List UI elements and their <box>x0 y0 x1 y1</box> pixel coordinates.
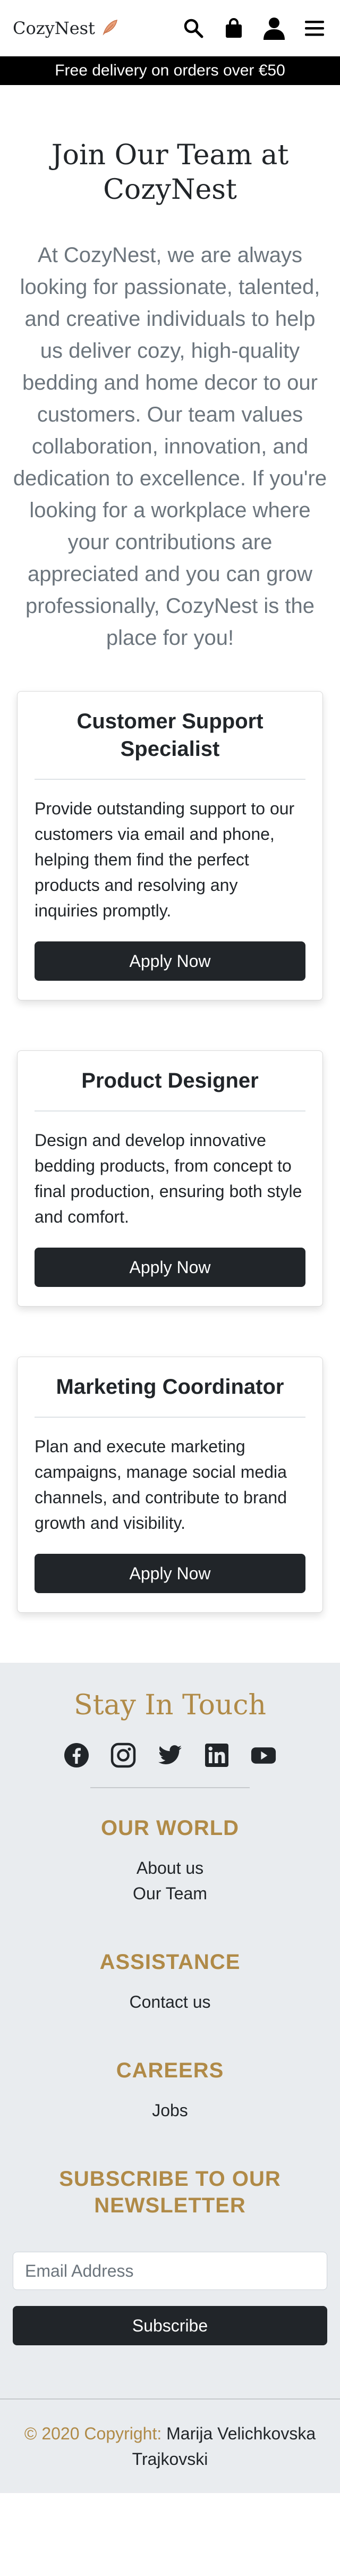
job-title: Marketing Coordinator <box>35 1373 305 1418</box>
page-title: Join Our Team at CozyNest <box>51 139 289 206</box>
subscribe-button[interactable]: Subscribe <box>13 2306 327 2345</box>
promo-text: Free delivery on orders over €50 <box>55 62 285 79</box>
instagram-icon[interactable] <box>110 1742 136 1768</box>
intro-text: At CozyNest, we are always looking for p… <box>13 243 327 650</box>
footer-link-contact-us[interactable]: Contact us <box>13 1989 327 2015</box>
linkedin-icon[interactable] <box>204 1742 230 1768</box>
job-card: Product Designer Design and develop inno… <box>17 1050 323 1307</box>
job-list: Customer Support Specialist Provide outs… <box>0 654 340 1613</box>
footer-link-about-us[interactable]: About us <box>13 1855 327 1881</box>
apply-now-button[interactable]: Apply Now <box>35 1248 305 1287</box>
footer-link-jobs[interactable]: Jobs <box>13 2098 327 2123</box>
footer: Stay In Touch OUR WORLD About us Our Tea… <box>0 1663 340 2493</box>
footer-section-our-world: OUR WORLD About us Our Team <box>13 1815 327 1906</box>
careers-intro: Join Our Team at CozyNest At CozyNest, w… <box>0 85 340 654</box>
email-field[interactable] <box>13 2252 327 2290</box>
apply-now-button[interactable]: Apply Now <box>35 1554 305 1593</box>
apply-now-button[interactable]: Apply Now <box>35 941 305 981</box>
footer-section-assistance: ASSISTANCE Contact us <box>13 1949 327 2015</box>
newsletter-heading: SUBSCRIBE TO OUR NEWSLETTER <box>59 2167 281 2217</box>
user-icon[interactable] <box>261 15 287 41</box>
job-description: Provide outstanding support to our custo… <box>35 799 295 920</box>
footer-link-our-team[interactable]: Our Team <box>13 1881 327 1906</box>
social-links <box>13 1742 327 1768</box>
copyright: © 2020 Copyright: Marija Velichkovska Tr… <box>0 2398 340 2472</box>
stay-in-touch-heading: Stay In Touch <box>73 1689 267 1721</box>
feather-icon <box>100 18 118 39</box>
footer-divider <box>90 1787 250 1788</box>
job-title: Customer Support Specialist <box>35 708 305 780</box>
footer-heading: ASSISTANCE <box>99 1950 241 1974</box>
menu-icon[interactable] <box>302 15 327 41</box>
search-icon[interactable] <box>181 15 206 41</box>
promo-banner: Free delivery on orders over €50 <box>0 56 340 85</box>
twitter-icon[interactable] <box>157 1742 183 1768</box>
job-card: Customer Support Specialist Provide outs… <box>17 691 323 1000</box>
brand-name: CozyNest <box>13 18 95 38</box>
brand-logo[interactable]: CozyNest <box>13 18 118 39</box>
job-card: Marketing Coordinator Plan and execute m… <box>17 1357 323 1613</box>
facebook-icon[interactable] <box>64 1742 89 1768</box>
footer-heading: CAREERS <box>116 2059 224 2082</box>
navbar: CozyNest <box>0 0 340 56</box>
footer-section-careers: CAREERS Jobs <box>13 2057 327 2123</box>
youtube-icon[interactable] <box>251 1742 276 1768</box>
job-description: Design and develop innovative bedding pr… <box>35 1131 302 1226</box>
newsletter-section: SUBSCRIBE TO OUR NEWSLETTER Subscribe <box>13 2166 327 2345</box>
job-description: Plan and execute marketing campaigns, ma… <box>35 1437 287 1533</box>
copyright-prefix: © 2020 Copyright: <box>24 2424 162 2443</box>
job-title: Product Designer <box>35 1067 305 1112</box>
footer-heading: OUR WORLD <box>100 1816 240 1840</box>
shopping-bag-icon[interactable] <box>221 15 246 41</box>
